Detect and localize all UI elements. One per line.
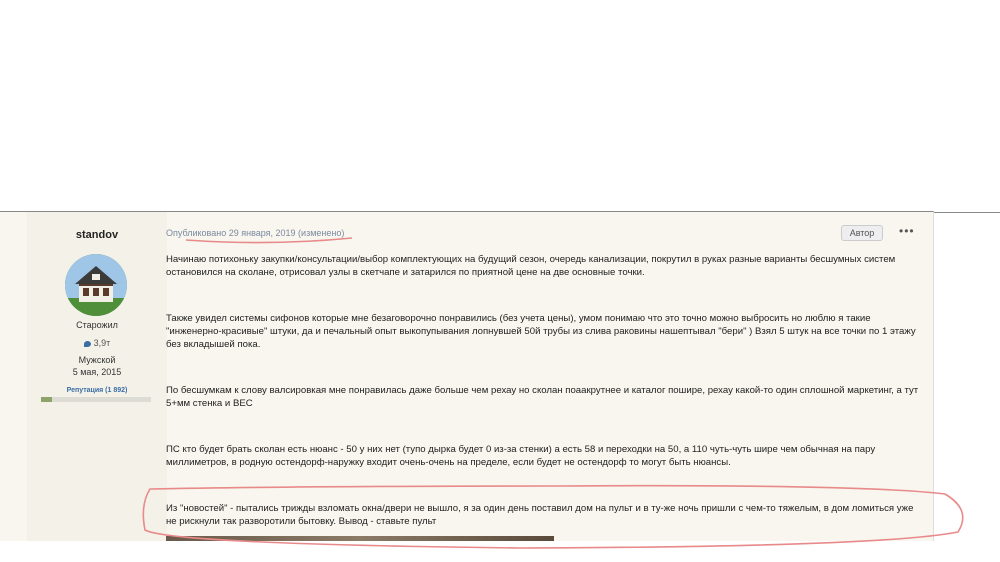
comment-icon xyxy=(83,340,91,347)
author-avatar[interactable] xyxy=(65,254,127,316)
post-paragraph: Также увидел системы сифонов которые мне… xyxy=(166,313,916,350)
post-paragraph: Начинаю потихоньку закупки/консультации/… xyxy=(166,254,896,278)
post-paragraph: Из "новостей" - пытались трижды взломать… xyxy=(166,503,914,527)
post-paragraph: По бесшумкам к слову валсировкая мне пон… xyxy=(166,385,919,409)
page-background-right xyxy=(930,212,1000,541)
author-username[interactable]: standov xyxy=(27,229,167,241)
forum-post: standov Старожил 3,9т Мужской 5 мая, 201… xyxy=(0,211,934,541)
author-panel: standov Старожил 3,9т Мужской 5 мая, 201… xyxy=(27,212,167,541)
attached-image[interactable] xyxy=(166,536,554,541)
author-badge: Автор xyxy=(841,225,883,241)
avatar-house-image xyxy=(65,254,127,316)
author-posts-value: 3,9т xyxy=(93,338,111,348)
reputation-bar-fill xyxy=(41,397,52,402)
author-joined-date: 5 мая, 2015 xyxy=(72,367,122,377)
author-gender: Мужской xyxy=(78,355,116,365)
post-published-date[interactable]: Опубликовано 29 января, 2019 (изменено) xyxy=(166,228,344,238)
reputation-label[interactable]: Репутация (1 892) xyxy=(27,387,167,394)
author-rank: Старожил xyxy=(76,320,118,330)
more-options-icon[interactable]: ••• xyxy=(899,224,915,238)
author-posts-count[interactable]: 3,9т xyxy=(27,338,167,348)
post-paragraph: ПС кто будет брать сколан есть нюанс - 5… xyxy=(166,444,876,468)
reputation-bar xyxy=(41,397,151,402)
